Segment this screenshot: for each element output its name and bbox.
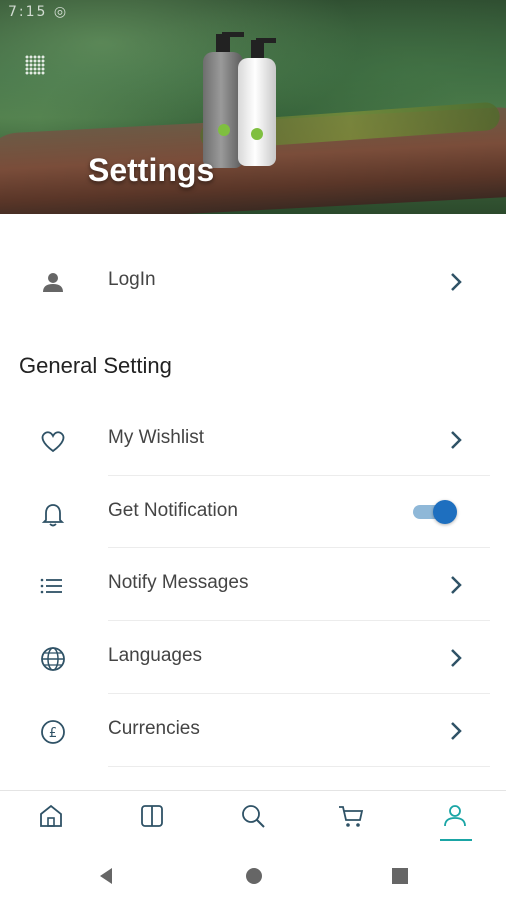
categories-icon bbox=[137, 805, 167, 835]
notification-toggle[interactable] bbox=[411, 499, 459, 524]
back-icon[interactable] bbox=[96, 866, 116, 891]
bottle-gray bbox=[203, 52, 243, 168]
recents-icon[interactable] bbox=[390, 866, 410, 891]
notify-messages-row[interactable]: Notify Messages bbox=[0, 547, 506, 619]
cart-icon bbox=[336, 806, 366, 835]
header-banner: 7:15 ◎ Settings bbox=[0, 0, 506, 214]
bottle-pump-nozzle bbox=[222, 32, 244, 37]
status-bar: 7:15 ◎ bbox=[8, 4, 69, 20]
tab-account[interactable] bbox=[440, 801, 474, 835]
notify-messages-label: Notify Messages bbox=[108, 572, 249, 593]
languages-label: Languages bbox=[108, 645, 203, 666]
chevron-right-icon bbox=[448, 428, 466, 452]
bottle-pump-nozzle bbox=[256, 38, 276, 43]
login-row[interactable]: LogIn bbox=[0, 244, 506, 316]
bell-icon bbox=[38, 499, 68, 529]
grid-icon bbox=[25, 55, 45, 75]
languages-row[interactable]: Languages bbox=[0, 620, 506, 692]
bottle-white bbox=[238, 58, 276, 166]
home-icon bbox=[36, 804, 66, 835]
bottle-logo bbox=[251, 128, 263, 140]
currencies-row[interactable]: £ Currencies bbox=[0, 693, 506, 765]
chevron-right-icon bbox=[448, 270, 466, 294]
user-icon bbox=[440, 805, 470, 835]
divider bbox=[108, 766, 490, 767]
page-title: Settings bbox=[88, 152, 215, 188]
system-nav-bar bbox=[0, 850, 506, 900]
tab-search[interactable] bbox=[238, 801, 272, 835]
bottle-pump bbox=[216, 34, 230, 54]
globe-icon bbox=[38, 644, 68, 674]
home-circle-icon[interactable] bbox=[244, 866, 264, 891]
tab-categories[interactable] bbox=[137, 801, 171, 835]
notification-row: Get Notification bbox=[0, 475, 506, 547]
wishlist-row[interactable]: My Wishlist bbox=[0, 402, 506, 474]
bottle-pump bbox=[251, 40, 264, 60]
bottle-logo bbox=[218, 124, 230, 136]
toggle-knob bbox=[433, 500, 457, 524]
login-label: LogIn bbox=[108, 269, 156, 290]
wishlist-label: My Wishlist bbox=[108, 427, 205, 448]
svg-text:£: £ bbox=[49, 726, 57, 741]
pound-icon: £ bbox=[38, 717, 68, 747]
tab-cart[interactable] bbox=[336, 801, 370, 835]
currencies-label: Currencies bbox=[108, 718, 200, 739]
search-icon bbox=[238, 805, 268, 835]
active-tab-indicator bbox=[440, 839, 472, 841]
list-icon bbox=[38, 571, 68, 601]
chevron-right-icon bbox=[448, 573, 466, 597]
notification-label: Get Notification bbox=[108, 500, 238, 521]
heart-icon bbox=[38, 426, 68, 456]
bottom-tab-bar bbox=[0, 790, 506, 851]
person-icon bbox=[38, 268, 68, 298]
chevron-right-icon bbox=[448, 646, 466, 670]
tab-home[interactable] bbox=[36, 801, 70, 835]
section-title-general: General Setting bbox=[19, 353, 172, 378]
chevron-right-icon bbox=[448, 719, 466, 743]
